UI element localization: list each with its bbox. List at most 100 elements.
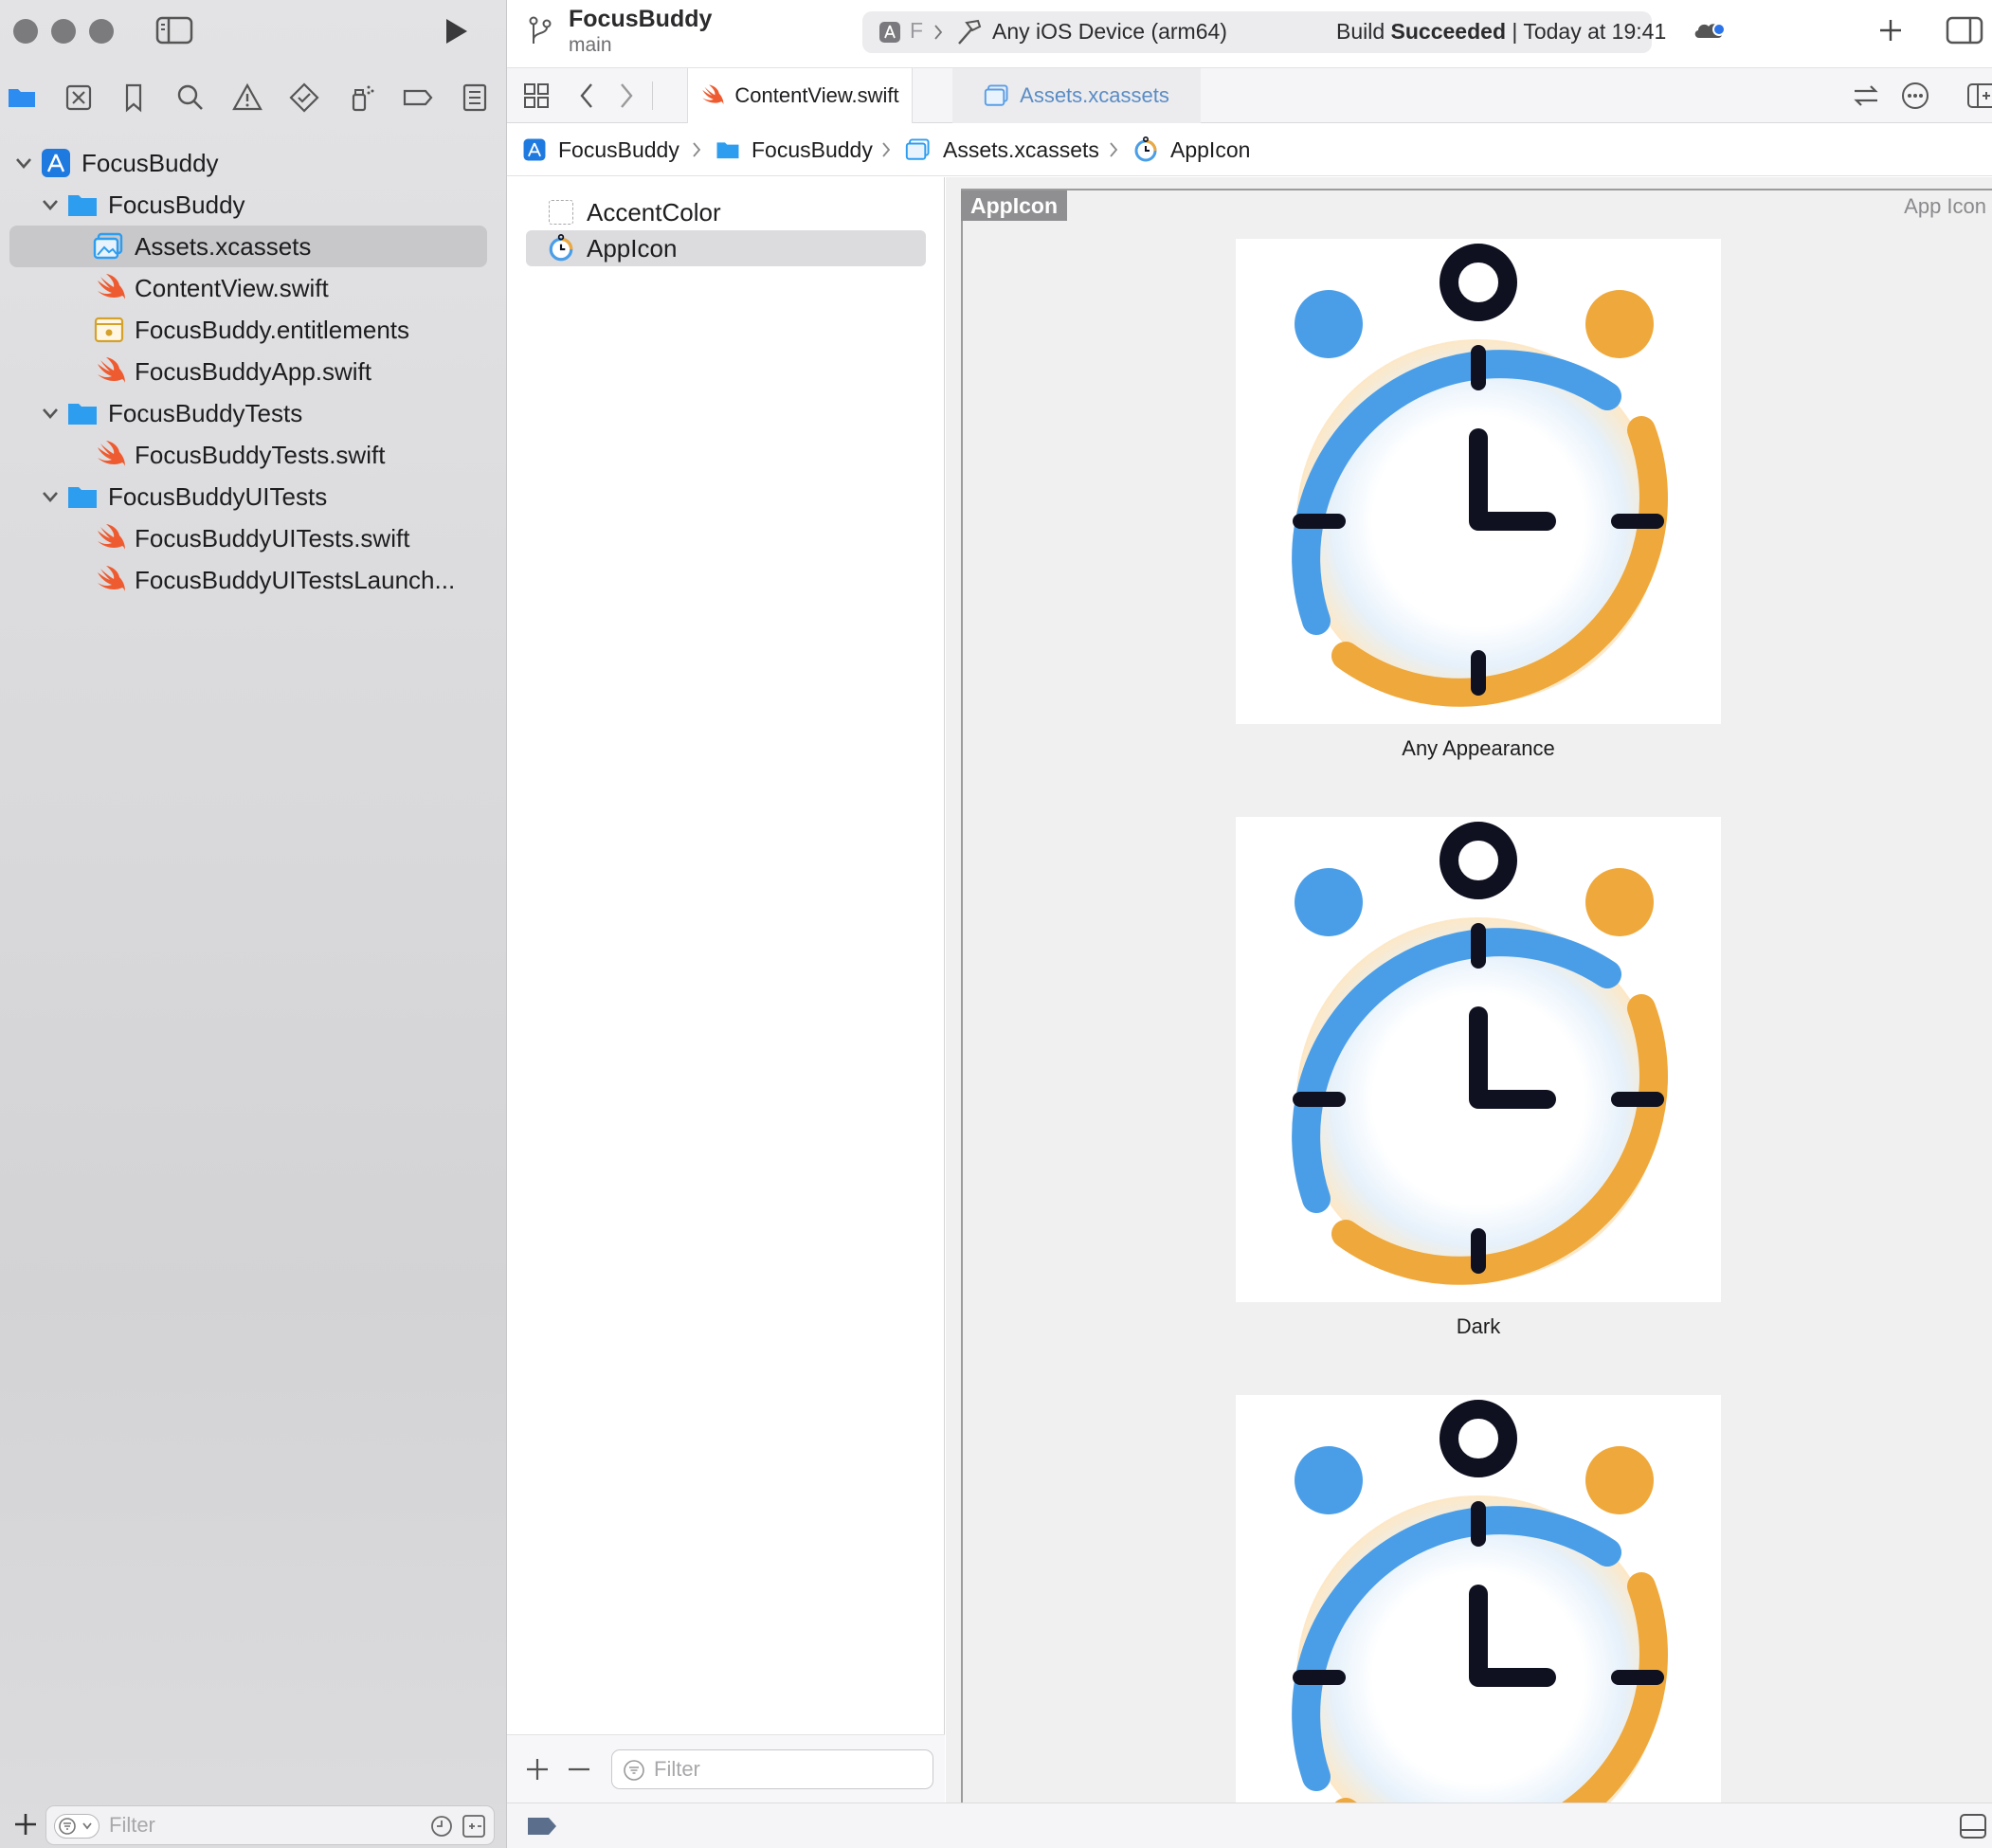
cloud-sync-icon[interactable] bbox=[1692, 17, 1726, 44]
asset-set-name-label[interactable]: AppIcon bbox=[961, 190, 1067, 221]
tree-item-label: FocusBuddyTests.swift bbox=[135, 440, 386, 469]
tree-item-label: FocusBuddyApp.swift bbox=[135, 356, 372, 386]
toggle-debug-area-icon[interactable] bbox=[1959, 1813, 1987, 1839]
breadcrumb-item-project[interactable]: FocusBuddy bbox=[522, 123, 679, 176]
scheme-app-icon[interactable] bbox=[879, 22, 900, 43]
tree-item-file[interactable]: FocusBuddyTests.swift bbox=[0, 434, 507, 476]
toggle-sidebar-icon[interactable] bbox=[155, 15, 193, 45]
tree-item-file[interactable]: FocusBuddyUITestsLaunch... bbox=[0, 559, 507, 601]
source-control-navigator-icon[interactable] bbox=[63, 82, 95, 114]
navigator-filter-field[interactable]: Filter bbox=[45, 1805, 495, 1845]
build-status-prefix: Build bbox=[1336, 19, 1391, 44]
tree-item-file[interactable]: FocusBuddyUITests.swift bbox=[0, 517, 507, 559]
add-library-plus-icon[interactable] bbox=[1877, 17, 1904, 44]
run-button[interactable] bbox=[442, 17, 470, 45]
breakpoints-toggle-icon[interactable] bbox=[526, 1815, 558, 1838]
tree-item-file[interactable]: FocusBuddy.entitlements bbox=[0, 309, 507, 351]
more-options-ellipsis-icon[interactable] bbox=[1900, 82, 1930, 110]
project-title[interactable]: FocusBuddy bbox=[569, 6, 712, 33]
asset-filter-field[interactable]: Filter bbox=[611, 1749, 933, 1789]
tree-item-label: FocusBuddyUITests.swift bbox=[135, 523, 410, 553]
folder-icon bbox=[66, 397, 99, 429]
entitlements-file-icon bbox=[93, 314, 125, 346]
app-icon-slot-tinted[interactable] bbox=[1236, 1395, 1721, 1803]
find-navigator-search-icon[interactable] bbox=[174, 82, 207, 114]
code-review-arrows-icon[interactable] bbox=[1851, 82, 1881, 110]
scheme-name[interactable]: F bbox=[910, 18, 923, 44]
minimize-window-button[interactable] bbox=[51, 19, 76, 44]
breadcrumb-label: Assets.xcassets bbox=[943, 136, 1099, 162]
tab-assets-xcassets[interactable]: Assets.xcassets bbox=[952, 68, 1201, 123]
canvas-left-rule bbox=[961, 190, 963, 1803]
asset-set-type-label: App Icon bbox=[1904, 194, 1986, 218]
asset-list-filter-bar: Filter bbox=[507, 1734, 945, 1803]
tree-item-folder[interactable]: FocusBuddy bbox=[0, 184, 507, 226]
chevron-down-icon[interactable] bbox=[40, 194, 61, 215]
swift-file-icon bbox=[95, 355, 127, 388]
app-icon-thumbnail-icon bbox=[1132, 136, 1159, 163]
chevron-down-icon[interactable] bbox=[40, 486, 61, 507]
app-icon-thumbnail-icon bbox=[547, 234, 575, 263]
app-icon-slot-dark[interactable] bbox=[1236, 817, 1721, 1302]
navigator-filter-bar: Filter bbox=[0, 1803, 507, 1848]
source-control-filter-icon[interactable] bbox=[462, 1814, 486, 1839]
tree-item-label: FocusBuddyTests bbox=[108, 398, 303, 427]
breadcrumb-item-appicon[interactable]: AppIcon bbox=[1132, 123, 1250, 176]
stopwatch-app-icon bbox=[1292, 244, 1668, 707]
tree-item-project[interactable]: FocusBuddy bbox=[0, 142, 507, 184]
related-items-grid-icon[interactable] bbox=[522, 82, 551, 110]
hammer-icon bbox=[953, 17, 984, 47]
breadcrumb-item-folder[interactable]: FocusBuddy bbox=[715, 123, 873, 176]
chevron-down-icon[interactable] bbox=[40, 403, 61, 424]
tree-item-folder[interactable]: FocusBuddyTests bbox=[0, 392, 507, 434]
add-editor-split-icon[interactable] bbox=[1966, 82, 1992, 110]
tree-item-label: FocusBuddyUITests bbox=[108, 481, 328, 511]
breadcrumb-label: AppIcon bbox=[1170, 136, 1251, 162]
tab-divider bbox=[652, 82, 653, 110]
tree-item-file[interactable]: ContentView.swift bbox=[0, 267, 507, 309]
asset-item-label: AccentColor bbox=[587, 197, 721, 226]
add-file-button[interactable] bbox=[11, 1810, 40, 1839]
report-navigator-icon[interactable] bbox=[459, 82, 491, 114]
chevron-right-icon bbox=[933, 23, 944, 42]
stopwatch-app-icon bbox=[1292, 1400, 1668, 1803]
filter-options-icon[interactable] bbox=[54, 1814, 100, 1839]
remove-asset-minus-icon[interactable] bbox=[566, 1756, 592, 1783]
recent-files-clock-icon[interactable] bbox=[429, 1814, 454, 1839]
asset-item-label: AppIcon bbox=[587, 233, 678, 263]
tab-contentview-swift[interactable]: ContentView.swift bbox=[687, 68, 913, 123]
xcode-project-icon bbox=[522, 137, 547, 162]
breakpoint-navigator-icon[interactable] bbox=[402, 82, 434, 114]
debug-navigator-spray-icon[interactable] bbox=[345, 82, 377, 114]
bookmark-navigator-icon[interactable] bbox=[118, 82, 150, 114]
app-icon-slot-any-appearance[interactable] bbox=[1236, 239, 1721, 724]
test-navigator-diamond-icon[interactable] bbox=[288, 82, 320, 114]
run-destination[interactable]: Any iOS Device (arm64) bbox=[992, 19, 1227, 45]
tree-item-label: FocusBuddy bbox=[81, 148, 219, 177]
chevron-down-icon[interactable] bbox=[13, 153, 34, 173]
build-status: Build Succeeded | Today at 19:41 bbox=[1336, 19, 1666, 45]
tree-item-file[interactable]: Assets.xcassets bbox=[0, 226, 507, 267]
asset-item-accentcolor[interactable]: AccentColor bbox=[526, 194, 926, 230]
issue-navigator-warning-icon[interactable] bbox=[231, 82, 263, 114]
stopwatch-app-icon bbox=[1292, 822, 1668, 1285]
asset-item-appicon[interactable]: AppIcon bbox=[526, 230, 926, 266]
tree-item-folder[interactable]: FocusBuddyUITests bbox=[0, 476, 507, 517]
branch-name[interactable]: main bbox=[569, 34, 612, 57]
go-forward-chevron-icon[interactable] bbox=[617, 82, 636, 110]
breadcrumb-item-assets[interactable]: Assets.xcassets bbox=[905, 123, 1099, 176]
tree-item-file[interactable]: FocusBuddyApp.swift bbox=[0, 351, 507, 392]
close-window-button[interactable] bbox=[13, 19, 38, 44]
go-back-chevron-icon[interactable] bbox=[577, 82, 596, 110]
variant-caption: Dark bbox=[1456, 1314, 1501, 1338]
asset-detail-canvas: AppIcon App Icon Any Appearance Dark bbox=[946, 177, 1992, 1803]
zoom-window-button[interactable] bbox=[89, 19, 114, 44]
xcode-project-icon bbox=[40, 147, 72, 179]
tree-item-label: ContentView.swift bbox=[135, 273, 329, 302]
add-asset-plus-icon[interactable] bbox=[524, 1756, 551, 1783]
toggle-inspector-icon[interactable] bbox=[1946, 15, 1983, 45]
filter-icon bbox=[622, 1758, 646, 1783]
scheme-destination-control[interactable]: F Any iOS Device (arm64) Build Succeeded… bbox=[862, 11, 1666, 53]
project-navigator-folder-icon[interactable] bbox=[6, 82, 38, 114]
project-navigator-sidebar: FocusBuddy FocusBuddy Assets.xcassets Co… bbox=[0, 0, 507, 1848]
